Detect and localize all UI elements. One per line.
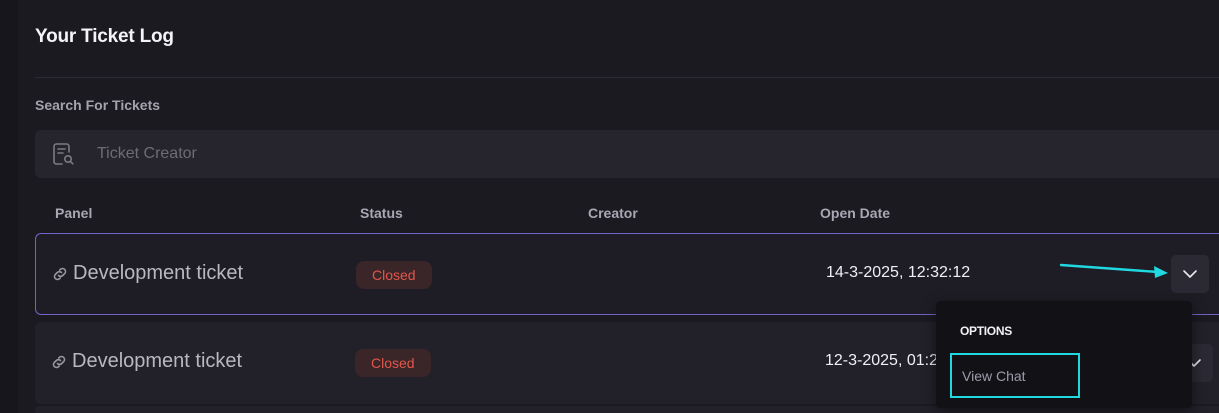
left-gutter — [0, 0, 18, 413]
options-menu: OPTIONS View Chat — [936, 301, 1192, 408]
link-icon — [52, 355, 66, 369]
options-heading: OPTIONS — [960, 324, 1012, 338]
search-input[interactable] — [97, 130, 1197, 178]
expand-button[interactable] — [1171, 255, 1209, 293]
view-chat-label: View Chat — [962, 368, 1026, 384]
page-title: Your Ticket Log — [35, 26, 174, 47]
open-date: 12-3-2025, 01:2 — [825, 352, 938, 369]
panel-name: Development ticket — [72, 350, 243, 372]
view-chat-menu-item[interactable]: View Chat — [950, 353, 1080, 398]
link-icon — [53, 267, 67, 281]
status-badge: Closed — [356, 261, 432, 289]
column-header-panel[interactable]: Panel — [55, 205, 92, 221]
column-header-open-date[interactable]: Open Date — [820, 205, 890, 221]
arrow-icon — [1059, 263, 1168, 278]
ticket-search-icon — [53, 143, 74, 165]
divider — [35, 77, 1219, 78]
open-date: 14-3-2025, 12:32:12 — [826, 264, 971, 281]
search-box — [35, 130, 1219, 178]
column-header-status[interactable]: Status — [360, 205, 403, 221]
column-header-creator[interactable]: Creator — [588, 205, 638, 221]
chevron-down-icon — [1183, 270, 1197, 278]
search-label: Search For Tickets — [35, 97, 161, 113]
panel-name: Development ticket — [73, 262, 244, 284]
status-badge: Closed — [355, 349, 431, 377]
